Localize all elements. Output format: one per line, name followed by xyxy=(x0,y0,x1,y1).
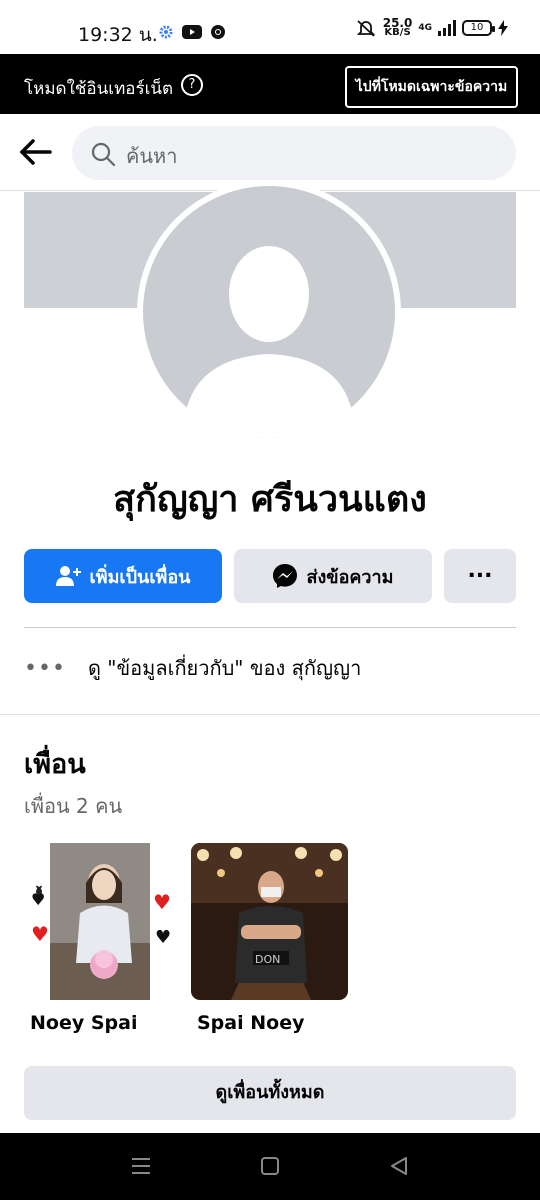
more-icon: ... xyxy=(467,558,493,583)
dots-icon: ••• xyxy=(24,655,66,681)
youtube-icon xyxy=(182,25,202,39)
friend-photo[interactable]: ♥ ♥ ♥ ♥ xyxy=(24,843,181,1000)
menu-icon[interactable] xyxy=(130,1155,152,1177)
add-friend-button[interactable]: เพิ่มเป็นเพื่อน xyxy=(24,549,222,603)
friends-count: เพื่อน 2 คน xyxy=(24,794,123,818)
about-text: ดู "ข้อมูลเกี่ยวกับ" ของ สุกัญญา xyxy=(87,656,362,680)
battery-icon: 10 xyxy=(462,20,495,36)
svg-text:♥: ♥ xyxy=(31,890,45,909)
friend-name[interactable]: Noey Spai xyxy=(24,1012,181,1034)
home-icon[interactable] xyxy=(259,1155,281,1177)
banner-text: โหมดใช้อินเทอร์เน็ต xyxy=(24,79,174,99)
back-icon[interactable] xyxy=(388,1155,410,1177)
friend-card[interactable]: ♥ ♥ ♥ ♥ Noey Spai xyxy=(24,843,181,1034)
profile-picture[interactable] xyxy=(137,180,401,444)
section-separator xyxy=(0,714,540,715)
search-icon xyxy=(91,142,116,167)
status-notification-icons xyxy=(158,24,226,40)
mute-icon xyxy=(356,20,375,37)
svg-text:♥: ♥ xyxy=(153,890,171,914)
status-time: 19:32 น. xyxy=(78,24,158,46)
status-bar: 19:32 น. 25.0 KB/S 4G 10 xyxy=(0,0,540,54)
text-only-mode-button[interactable]: ไปที่โหมดเฉพาะข้อความ xyxy=(345,66,518,108)
status-system-icons: 25.0 KB/S 4G 10 xyxy=(355,16,508,38)
messenger-icon xyxy=(273,564,298,588)
add-friend-icon xyxy=(55,566,81,586)
network-type: 4G xyxy=(418,23,432,33)
profile-name: สุกัญญา ศรีนวนแตง xyxy=(113,479,427,520)
more-options-button[interactable]: ... xyxy=(444,549,516,603)
add-friend-label: เพิ่มเป็นเพื่อน xyxy=(89,566,191,588)
svg-text:♥: ♥ xyxy=(155,927,171,948)
network-speed: 25.0 KB/S xyxy=(382,16,413,38)
about-link[interactable]: ••• ดู "ข้อมูลเกี่ยวกับ" ของ สุกัญญา xyxy=(24,652,361,684)
charging-icon xyxy=(498,20,508,36)
default-avatar-icon xyxy=(143,186,395,438)
data-mode-banner: โหมดใช้อินเทอร์เน็ต ? ไปที่โหมดเฉพาะข้อค… xyxy=(0,54,540,114)
svg-text:♥: ♥ xyxy=(31,922,49,946)
chrome-icon xyxy=(211,25,225,39)
see-all-friends-button[interactable]: ดูเพื่อนทั้งหมด xyxy=(24,1066,516,1120)
search-input[interactable]: ค้นหา xyxy=(72,126,516,180)
friend-card[interactable]: DON Spai Noey xyxy=(191,843,348,1034)
signal-icon xyxy=(438,20,456,36)
divider xyxy=(24,627,516,628)
friend-name[interactable]: Spai Noey xyxy=(191,1012,348,1034)
friend-photo[interactable]: DON xyxy=(191,843,348,1000)
message-label: ส่งข้อความ xyxy=(306,566,394,588)
message-button[interactable]: ส่งข้อความ xyxy=(234,549,432,603)
gear-icon xyxy=(159,25,173,39)
svg-text:DON: DON xyxy=(255,953,280,966)
help-icon[interactable]: ? xyxy=(181,74,203,96)
system-nav-bar xyxy=(0,1133,540,1200)
back-arrow-icon[interactable] xyxy=(16,132,56,172)
friends-title: เพื่อน xyxy=(24,749,86,780)
search-placeholder: ค้นหา xyxy=(126,144,178,168)
